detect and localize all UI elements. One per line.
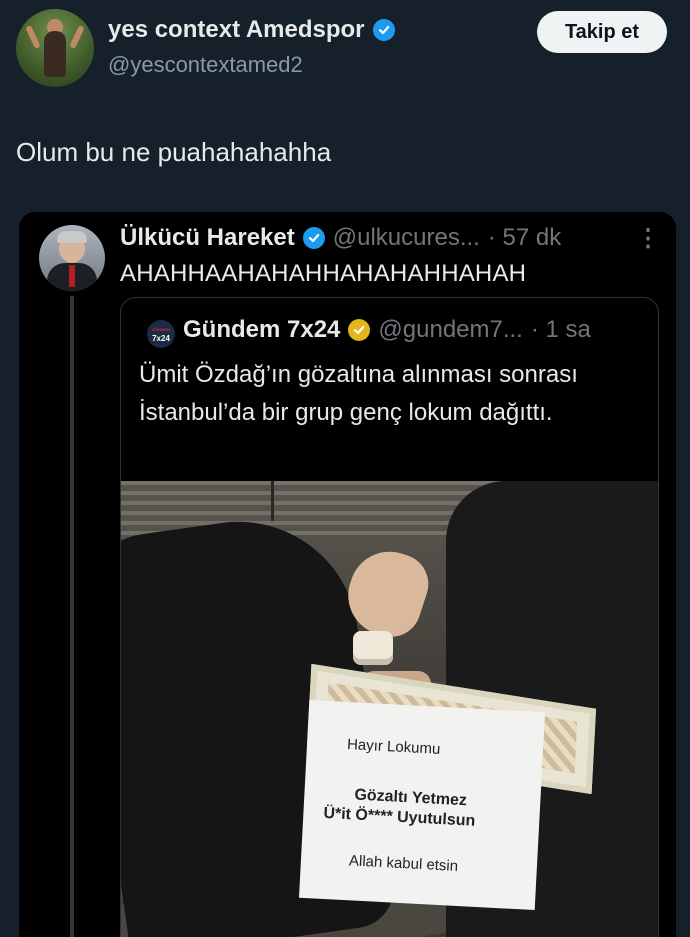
avatar-arm-left: [25, 24, 41, 50]
photo-note: Hayır Lokumu Gözaltı Yetmez Ü*it Ö**** U…: [298, 699, 546, 911]
inner-author-name[interactable]: Gündem 7x24: [183, 316, 340, 344]
inner-header: Gündem 7x24 @gundem7... · 1 sa: [183, 316, 591, 344]
note-line-4: Allah kabul etsin: [348, 852, 459, 875]
avatar-text-bottom: 7x24: [152, 334, 170, 343]
inner-quoted-card[interactable]: GÜNDEM 7x24 Gündem 7x24 @gundem7... · 1 …: [120, 297, 659, 937]
note-line-1: Hayır Lokumu: [346, 736, 441, 758]
author-name[interactable]: yes context Amedspor: [108, 16, 365, 44]
quoted-header: Ülkücü Hareket @ulkucures... · 57 dk: [120, 224, 561, 252]
verified-badge-icon: [372, 19, 395, 41]
tweet-text: Olum bu ne puahahahahha: [16, 137, 332, 167]
author-handle[interactable]: @yescontextamed2: [108, 52, 303, 78]
avatar-hair: [57, 231, 87, 243]
quoted-tweet-card[interactable]: Ülkücü Hareket @ulkucures... · 57 dk ⋮ A…: [19, 212, 676, 937]
quoted-author-handle[interactable]: @ulkucures...: [333, 224, 480, 252]
inner-author-avatar[interactable]: GÜNDEM 7x24: [147, 320, 175, 348]
more-options-icon[interactable]: ⋮: [636, 224, 660, 253]
gold-verified-badge-icon: [348, 319, 371, 341]
inner-author-handle[interactable]: @gundem7...: [378, 316, 522, 344]
inner-time[interactable]: · 1 sa: [531, 316, 591, 344]
author-name-row[interactable]: yes context Amedspor: [108, 16, 395, 44]
photo-lokum: [353, 631, 393, 665]
tweet-photo[interactable]: Hayır Lokumu Gözaltı Yetmez Ü*it Ö**** U…: [121, 481, 658, 937]
avatar-text-top: GÜNDEM: [152, 327, 170, 332]
avatar-body: [44, 31, 66, 77]
quoted-verified-badge-icon: [302, 227, 325, 249]
thread-line: [70, 296, 74, 937]
quoted-author-name[interactable]: Ülkücü Hareket: [120, 224, 295, 252]
quoted-text: AHAHHAAHAHAHHAHAHAHHAHAH: [120, 260, 527, 287]
quoted-time[interactable]: · 57 dk: [488, 224, 561, 252]
follow-button[interactable]: Takip et: [537, 11, 667, 53]
avatar-tie: [69, 265, 75, 287]
photo-rail: [271, 481, 274, 521]
author-avatar[interactable]: [16, 9, 94, 87]
inner-quoted-text: Ümit Özdağ’ın gözaltına alınması sonrası…: [139, 361, 578, 426]
avatar-arm-right: [69, 24, 85, 50]
quoted-author-avatar[interactable]: [39, 225, 105, 291]
